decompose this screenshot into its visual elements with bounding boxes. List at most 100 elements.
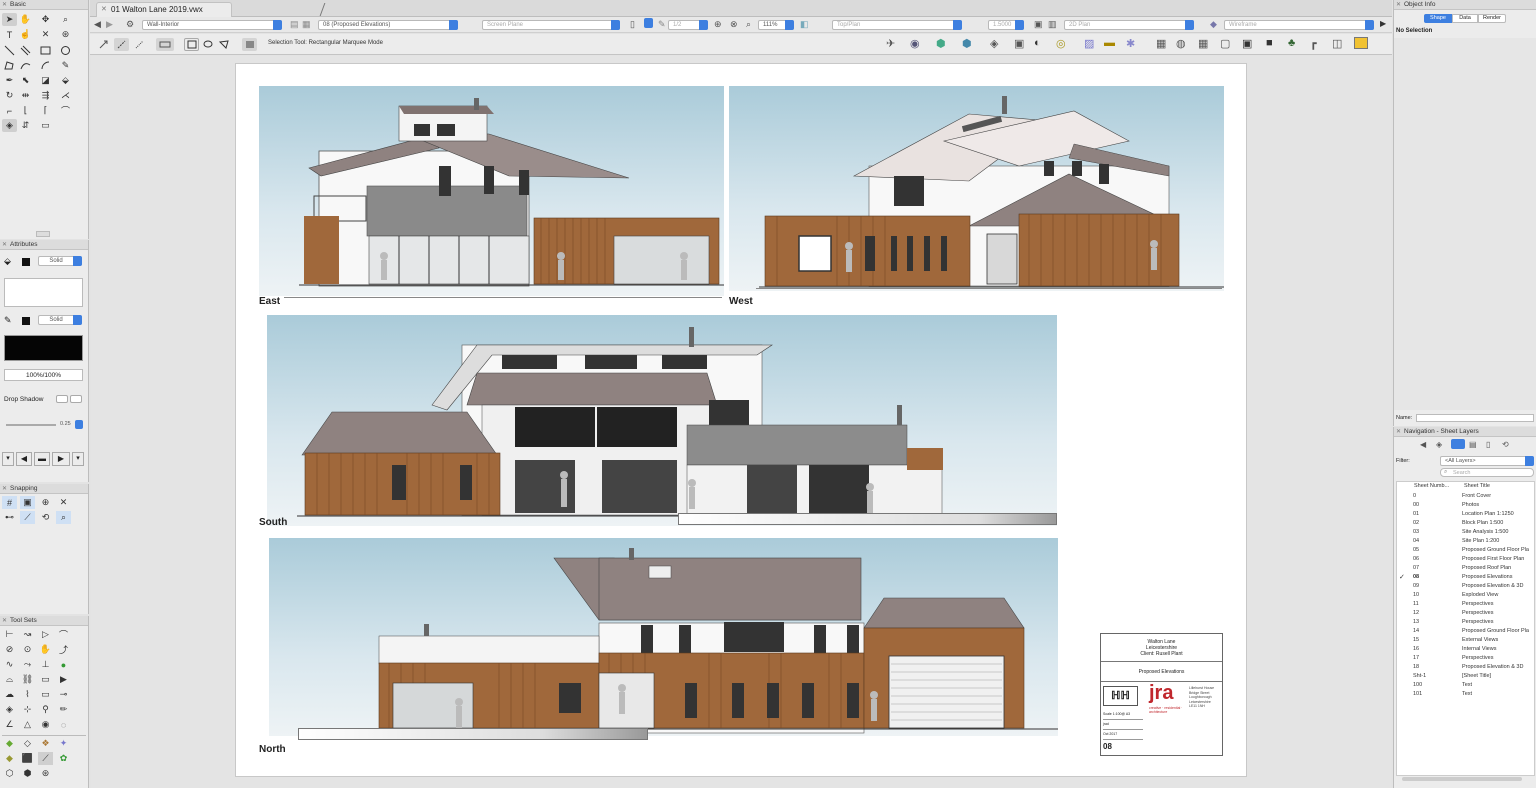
nav-sheet-layers-icon[interactable] — [1451, 439, 1465, 449]
node-toolset-icon[interactable]: ⊹ — [20, 703, 35, 716]
rotate-tool-icon[interactable]: ↻ — [2, 89, 17, 102]
classes-icon[interactable]: ✱ — [1126, 37, 1135, 50]
rect-toolset-icon[interactable]: ▭ — [38, 688, 53, 701]
eyedropper-tool-icon[interactable]: ✒ — [2, 74, 17, 87]
connect-tool-icon[interactable]: ⌈ — [38, 104, 53, 117]
sheet-list-item[interactable]: 07 Proposed Roof Plan — [1413, 564, 1533, 573]
sheet-list-item[interactable]: 15 External Views — [1413, 636, 1533, 645]
image-icon[interactable]: ▨ — [1084, 37, 1094, 50]
cloud-toolset-icon[interactable]: ☁ — [2, 688, 17, 701]
visibility-icon[interactable]: ◈ — [990, 37, 998, 50]
sheet-list-item[interactable]: ✓ 08 Proposed Elevations — [1399, 573, 1533, 582]
pipe-toolset-icon[interactable]: ⊸ — [56, 688, 71, 701]
layer-dropdown[interactable]: 08 (Proposed Elevations) — [318, 20, 458, 30]
snap-point-icon[interactable]: ⟲ — [38, 511, 53, 524]
pen-icon[interactable]: ✎ — [658, 19, 666, 30]
snap-tangent-icon[interactable]: ⟋ — [20, 511, 35, 524]
fill-color-swatch[interactable] — [22, 258, 30, 266]
column-sheet-title[interactable]: Sheet Title — [1464, 483, 1490, 489]
wall-icon[interactable]: ◍ — [1176, 37, 1186, 50]
back-arrow-icon[interactable]: ◀ — [94, 19, 101, 30]
sheet-list-item[interactable]: 14 Proposed Ground Floor Pla — [1413, 627, 1533, 636]
fillet-tool-icon[interactable]: ⌐ — [2, 104, 17, 117]
basic-palette-collapse-icon[interactable] — [36, 231, 50, 237]
clip-tool-icon[interactable]: ◪ — [38, 74, 53, 87]
zoom-fit-icon[interactable]: ⊕ — [714, 19, 722, 30]
chair-toolset-icon[interactable]: ⬛ — [20, 752, 35, 765]
polygon-select-icon[interactable] — [216, 38, 231, 51]
wave-toolset-icon[interactable]: ∿ — [2, 658, 17, 671]
flyover-icon[interactable]: ◧ — [800, 19, 809, 30]
pan-tool-icon[interactable]: ✋ — [18, 13, 33, 26]
select-similar-icon[interactable]: ▦ — [1156, 37, 1166, 50]
search-field[interactable]: ⌕ Search — [1440, 468, 1534, 477]
arrow-start-icon[interactable]: ▾ — [2, 452, 14, 466]
name-field[interactable] — [1416, 414, 1534, 422]
zoom-dropdown[interactable]: 111% — [758, 20, 794, 30]
sheet-list-item[interactable]: 17 Perspectives — [1413, 654, 1533, 663]
furniture-toolset-icon[interactable]: ◇ — [20, 737, 35, 750]
sheet-list-item[interactable]: 05 Proposed Ground Floor Pla — [1413, 546, 1533, 555]
sheet-list-item[interactable]: 09 Proposed Elevation & 3D — [1413, 582, 1533, 591]
nav-scrollbar[interactable] — [1402, 777, 1522, 781]
target-toolset-icon[interactable]: ⊙ — [20, 643, 35, 656]
selection-tool-icon[interactable]: ➤ — [2, 13, 17, 26]
tab-data[interactable]: Data — [1452, 14, 1478, 23]
sheet-list-item[interactable]: 18 Proposed Elevation & 3D — [1413, 663, 1533, 672]
west-elevation-viewport[interactable] — [729, 86, 1224, 291]
render-icon[interactable]: ▣ — [1034, 19, 1043, 30]
scale-field[interactable]: 1/2 — [668, 20, 708, 30]
south-elevation-viewport[interactable] — [267, 315, 1057, 526]
sheet-list-item[interactable]: 16 Internal Views — [1413, 645, 1533, 654]
pad-icon[interactable]: ■ — [1266, 37, 1273, 49]
arrow-left-icon[interactable]: ◀ — [16, 452, 32, 466]
opacity-field[interactable]: 100%/100% — [4, 369, 83, 381]
drop-shadow-toggle[interactable] — [56, 395, 68, 403]
sheet-list-item[interactable]: 11 Perspectives — [1413, 600, 1533, 609]
snap-grid-icon[interactable]: # — [2, 496, 17, 509]
pen-color-swatch[interactable] — [22, 317, 30, 325]
sheet-list-item[interactable]: 03 Site Analysis 1:500 — [1413, 528, 1533, 537]
site-toolset-icon[interactable]: ❖ — [38, 737, 53, 750]
line-end-icon[interactable]: ▬ — [34, 452, 50, 466]
chamfer-tool-icon[interactable]: ⌊ — [18, 104, 33, 117]
snap-edge-icon[interactable]: ⌕ — [56, 511, 71, 524]
dims-toolset-icon[interactable]: ⊢ — [2, 628, 17, 641]
rect-select-icon[interactable] — [156, 38, 174, 51]
select-mode-icon[interactable] — [96, 38, 111, 51]
nav-back-icon[interactable]: ◀ — [1420, 440, 1426, 449]
sheet-list-item[interactable]: Sht-1 [Sheet Title] — [1413, 672, 1533, 681]
tree-icon[interactable]: ♣ — [1288, 37, 1295, 49]
lines-toolset-icon[interactable]: ↝ — [20, 628, 35, 641]
box-toolset-icon[interactable]: ▭ — [38, 673, 53, 686]
split-tool-icon[interactable]: ⋌ — [58, 89, 73, 102]
layer-options-icon[interactable]: ▦ — [302, 19, 311, 30]
sheet-list-item[interactable]: 12 Perspectives — [1413, 609, 1533, 618]
line-tool-icon[interactable] — [2, 44, 17, 57]
marquee-mode-icon[interactable] — [114, 38, 129, 51]
roof-toolset-icon[interactable]: ⌓ — [2, 673, 17, 686]
class-dropdown[interactable]: Wall-Interior — [142, 20, 282, 30]
reshape-tool-icon[interactable]: ⬉ — [18, 74, 33, 87]
trim-tool-icon[interactable]: ⌒ — [58, 104, 73, 117]
zoom-mode-icon[interactable]: ⊗ — [730, 19, 738, 30]
sheet-list-item[interactable]: 101 Text — [1413, 690, 1533, 699]
ruler-icon[interactable]: ▬ — [1104, 37, 1115, 49]
scale-icon[interactable] — [644, 18, 653, 28]
sheet-layer[interactable]: East West South North Walton Lane Leices… — [235, 63, 1247, 777]
arrow-right-icon[interactable]: ▶ — [52, 452, 70, 466]
hand-toolset-icon[interactable]: ✋ — [38, 643, 53, 656]
document-tab[interactable]: ✕ 01 Walton Lane 2019.vwx — [96, 2, 232, 17]
triangle-toolset-icon[interactable]: △ — [20, 718, 35, 731]
double-line-tool-icon[interactable] — [18, 44, 33, 57]
pin-toolset-icon[interactable]: ⚲ — [38, 703, 53, 716]
tab-render[interactable]: Render — [1478, 14, 1506, 23]
link-toolset-icon[interactable]: ⛓ — [20, 673, 35, 686]
flyover-tool-icon[interactable]: ✈ — [886, 37, 895, 50]
forward-arrow-icon[interactable]: ▶ — [106, 19, 113, 30]
chat-toolset-icon[interactable]: ◌ — [56, 718, 71, 731]
pen-style-dropdown[interactable]: Solid — [38, 315, 82, 325]
sheet-list-item[interactable]: 100 Text — [1413, 681, 1533, 690]
highlight-icon[interactable] — [1354, 37, 1368, 49]
path-toolset-icon[interactable]: ⤳ — [20, 658, 35, 671]
